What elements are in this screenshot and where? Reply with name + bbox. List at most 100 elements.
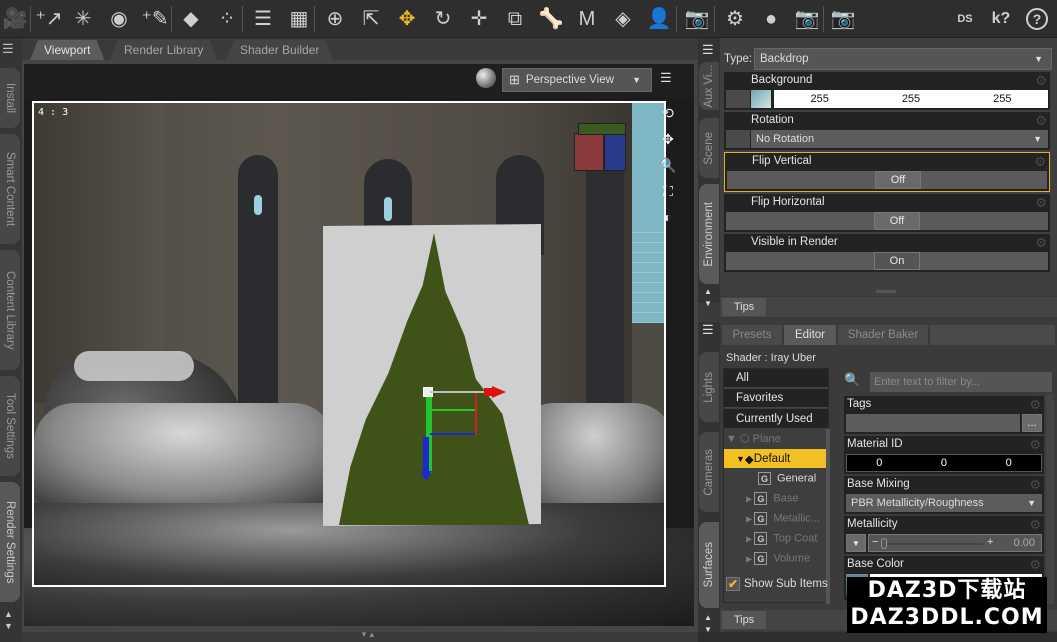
render-icon[interactable]: 📷 — [828, 4, 858, 34]
scale-tool-icon[interactable]: ⧉ — [500, 4, 530, 34]
frame-icon[interactable]: ⛶ — [656, 178, 680, 204]
pane-menu-icon[interactable]: ☰ — [2, 41, 14, 57]
tree-node-default[interactable]: ▼ ◆ Default — [724, 449, 826, 468]
align-icon[interactable]: ☰ — [248, 4, 278, 34]
expand-arrow-icon[interactable]: ▼ — [736, 454, 745, 464]
universal-tool-icon[interactable]: ✥ — [392, 4, 422, 34]
search-icon[interactable]: 🔍 — [844, 372, 866, 392]
active-pose-icon[interactable]: ⚙ — [720, 4, 750, 34]
gear-icon[interactable]: ⚙ — [1035, 73, 1047, 89]
view-select[interactable]: ⊞ Perspective View ▼ — [502, 68, 652, 92]
gizmo-x-arrow[interactable] — [492, 386, 506, 398]
joint-editor-icon[interactable]: 🦴 — [536, 4, 566, 34]
tags-field[interactable] — [846, 414, 1020, 432]
camera-select-icon[interactable]: 📷 — [682, 4, 712, 34]
rotate-tool-icon[interactable]: ↻ — [428, 4, 458, 34]
tab-tool-settings[interactable]: Tool Settings — [0, 376, 20, 476]
rgb-field[interactable]: 255 255 255 — [774, 90, 1048, 108]
id-value[interactable]: 0 — [876, 457, 882, 469]
render-settings-icon[interactable]: 📷 — [792, 4, 822, 34]
tab-shader-baker[interactable]: Shader Baker — [838, 325, 928, 345]
gizmo-x-handle[interactable] — [484, 388, 492, 396]
expand-arrow-icon[interactable]: ▶ — [746, 535, 754, 544]
whats-this-icon[interactable]: k? — [986, 4, 1016, 34]
expand-arrow-icon[interactable]: ▼ — [726, 433, 740, 445]
slider-thumb[interactable] — [881, 538, 887, 549]
metallicity-menu-button[interactable]: ▼ — [846, 534, 866, 552]
tab-render-library[interactable]: Render Library — [110, 40, 217, 60]
tab-lights[interactable]: Lights — [699, 352, 719, 422]
type-select[interactable]: Backdrop ▼ — [754, 48, 1052, 70]
properties-scrollbar[interactable] — [1046, 394, 1054, 604]
orbit-icon[interactable]: ⟲ — [656, 100, 680, 126]
tree-item-base[interactable]: ▶ G Base — [746, 492, 798, 505]
geometry-editor-icon[interactable]: M — [572, 4, 602, 34]
expand-arrow-icon[interactable]: ▶ — [746, 515, 754, 524]
gizmo-z-axis[interactable] — [423, 437, 429, 473]
tab-content-library[interactable]: Content Library — [0, 250, 20, 370]
filter-all[interactable]: All — [724, 369, 828, 388]
metallicity-slider[interactable]: − + 0.00 — [868, 534, 1042, 552]
tab-environment[interactable]: Environment — [699, 184, 719, 284]
view-cube-left-face[interactable] — [574, 133, 604, 171]
flip-vertical-toggle[interactable]: Off — [875, 171, 921, 189]
add-distant-light-icon[interactable]: ⁺↗ — [34, 4, 64, 34]
gizmo-z-arrow[interactable] — [420, 471, 432, 481]
gear-icon[interactable]: ⚙ — [1029, 557, 1041, 573]
add-linear-light-icon[interactable]: ⁺✎ — [140, 4, 170, 34]
tags-browse-button[interactable]: ... — [1022, 414, 1042, 432]
camera-icon[interactable]: 🎥 — [0, 4, 30, 34]
gear-icon[interactable]: ⚙ — [1035, 235, 1047, 251]
pan-icon[interactable]: ✥ — [656, 126, 680, 152]
gear-icon[interactable]: ⚙ — [1034, 154, 1046, 170]
pane-menu-icon[interactable]: ☰ — [702, 42, 714, 58]
view-cube-front-face[interactable] — [604, 133, 626, 171]
material-id-field[interactable]: 0 0 0 — [846, 454, 1042, 472]
tab-install[interactable]: Install — [0, 68, 20, 128]
ds-home-icon[interactable]: DS — [950, 4, 980, 34]
tab-editor[interactable]: Editor — [784, 325, 836, 345]
gear-icon[interactable]: ⚙ — [1029, 397, 1041, 413]
filter-currently-used[interactable]: Currently Used — [724, 409, 828, 428]
tree-item-top-coat[interactable]: ▶ G Top Coat — [746, 532, 817, 545]
grid-icon[interactable]: ▦ — [284, 4, 314, 34]
gear-icon[interactable]: ⚙ — [1035, 195, 1047, 211]
visible-in-render-toggle[interactable]: On — [874, 252, 920, 270]
universal-navigate-icon[interactable]: ⊕ — [320, 4, 350, 34]
flip-horizontal-toggle[interactable]: Off — [874, 212, 920, 230]
blue-value[interactable]: 255 — [993, 93, 1011, 105]
tab-scene[interactable]: Scene — [699, 118, 719, 178]
viewport-scene[interactable]: 4 : 3 ⟲ ✥ 🔍 ⛶ ◐ — [24, 98, 694, 626]
gear-icon[interactable]: ⚙ — [1029, 517, 1041, 533]
expand-arrow-icon[interactable]: ▶ — [746, 555, 754, 564]
gear-icon[interactable]: ⚙ — [1035, 113, 1047, 129]
zoom-icon[interactable]: 🔍 — [656, 152, 680, 178]
tab-presets[interactable]: Presets — [722, 325, 782, 345]
help-icon[interactable]: ? — [1022, 4, 1052, 34]
view-cube-top-face[interactable] — [578, 123, 626, 135]
tab-viewport[interactable]: Viewport — [30, 40, 104, 60]
gear-icon[interactable]: ⚙ — [1029, 437, 1041, 453]
spot-render-icon[interactable]: ● — [756, 4, 786, 34]
tab-render-settings[interactable]: Render Settings — [0, 482, 20, 602]
tab-smart-content[interactable]: Smart Content — [0, 134, 20, 244]
tab-aux-viewport[interactable]: Aux Vi... — [699, 62, 719, 110]
tab-surfaces[interactable]: Surfaces — [699, 522, 719, 608]
resize-handle[interactable] — [876, 290, 896, 293]
add-null-icon[interactable]: ⁘ — [212, 4, 242, 34]
pane-menu-icon[interactable]: ☰ — [702, 322, 714, 338]
tree-item-volume[interactable]: ▶ G Volume — [746, 552, 810, 565]
tips-button[interactable]: Tips — [722, 298, 766, 316]
show-sub-items-checkbox[interactable]: ✔ Show Sub Items — [726, 577, 828, 591]
tree-node-plane[interactable]: ▼ ⬡ Plane — [726, 432, 781, 445]
id-value[interactable]: 0 — [941, 457, 947, 469]
texture-thumbnail[interactable] — [751, 90, 771, 108]
id-value[interactable]: 0 — [1006, 457, 1012, 469]
rotation-select[interactable]: No Rotation ▼ — [751, 130, 1048, 148]
base-mixing-select[interactable]: PBR Metallicity/Roughness ▼ — [846, 494, 1042, 512]
filter-input[interactable]: Enter text to filter by... — [870, 372, 1052, 392]
tab-scroll-arrows[interactable]: ▲ ▼ — [4, 608, 13, 632]
figure-select-icon[interactable]: 👤 — [644, 4, 674, 34]
add-point-light-icon[interactable]: ◉ — [104, 4, 134, 34]
tree-item-metallic[interactable]: ▶ G Metallic... — [746, 512, 820, 525]
